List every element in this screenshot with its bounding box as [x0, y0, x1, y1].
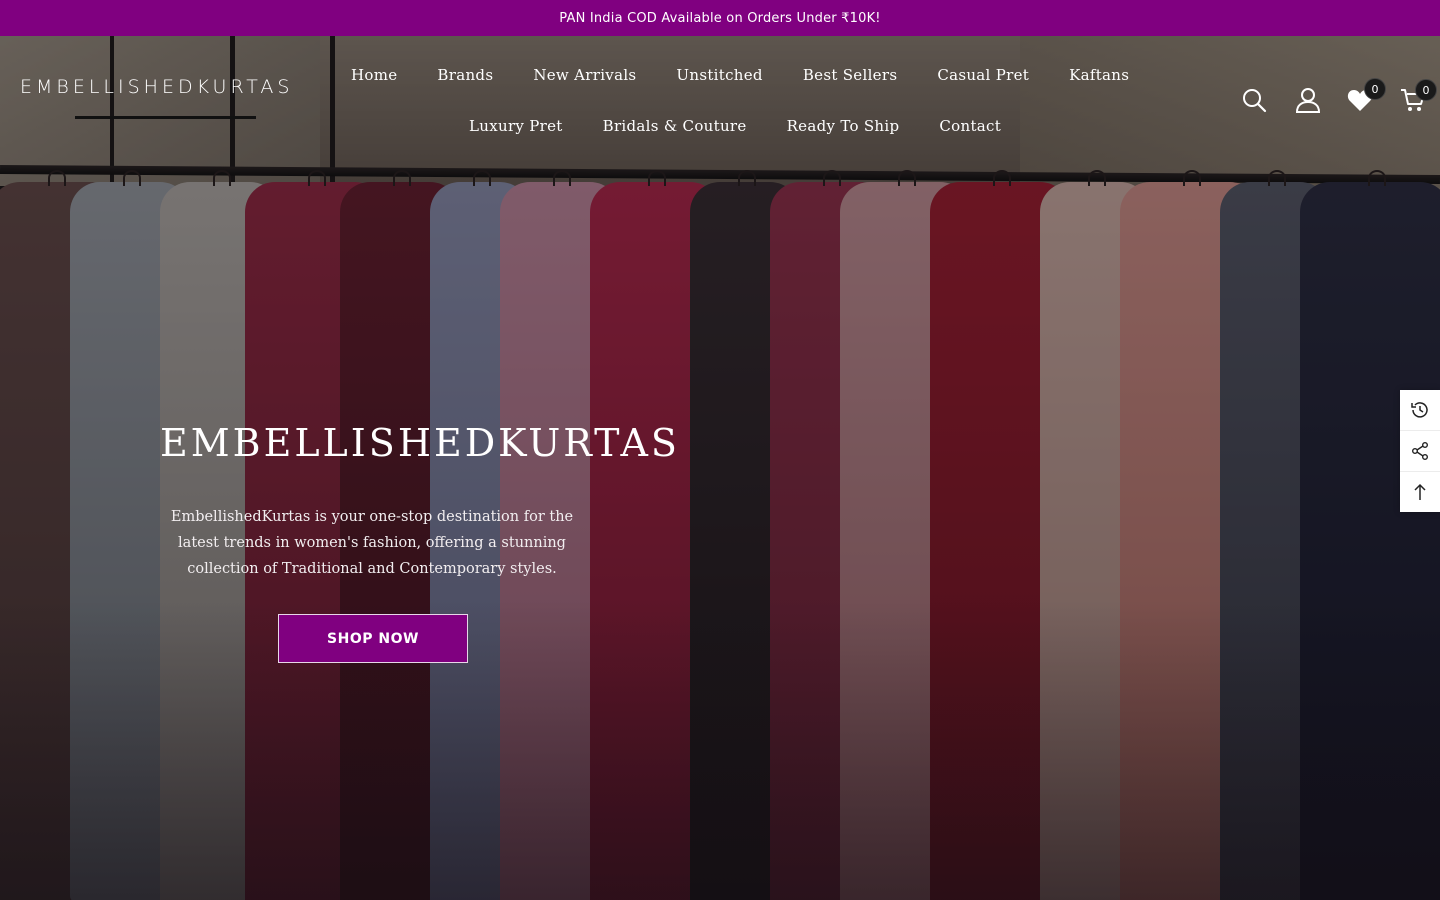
shop-now-button[interactable]: SHOP NOW: [278, 614, 468, 663]
share-icon[interactable]: [1400, 431, 1440, 472]
nav-link-best-sellers[interactable]: Best Sellers: [803, 66, 898, 84]
main-nav-row-1: Home Brands New Arrivals Unstitched Best…: [351, 66, 1129, 84]
nav-link-home[interactable]: Home: [351, 66, 397, 84]
recently-viewed-icon[interactable]: [1400, 390, 1440, 431]
hero-description: EmbellishedKurtas is your one-stop desti…: [170, 509, 574, 577]
nav-link-brands[interactable]: Brands: [437, 66, 493, 84]
wishlist-count-badge: 0: [1364, 78, 1386, 100]
shop-now-label: SHOP NOW: [327, 630, 419, 647]
hero-content: EMBELLISHEDKURTAS EmbellishedKurtas is y…: [160, 420, 680, 582]
hero-title: EMBELLISHEDKURTAS: [160, 421, 680, 465]
nav-link-casual-pret[interactable]: Casual Pret: [937, 66, 1029, 84]
nav-link-new-arrivals[interactable]: New Arrivals: [533, 66, 636, 84]
back-to-top-icon[interactable]: [1400, 472, 1440, 512]
nav-link-contact[interactable]: Contact: [939, 117, 1001, 135]
nav-link-bridals-couture[interactable]: Bridals & Couture: [603, 117, 747, 135]
hero-bottom-shade: [0, 600, 1440, 900]
announcement-text: PAN India COD Available on Orders Under …: [559, 10, 881, 26]
user-icon[interactable]: [1294, 86, 1322, 114]
nav-link-kaftans[interactable]: Kaftans: [1069, 66, 1129, 84]
search-icon[interactable]: [1240, 86, 1268, 114]
nav-link-unstitched[interactable]: Unstitched: [676, 66, 762, 84]
nav-link-ready-to-ship[interactable]: Ready To Ship: [787, 117, 900, 135]
side-toolbar: [1400, 390, 1440, 512]
cart-count-badge: 0: [1415, 79, 1437, 101]
site-logo[interactable]: EMBELLISHEDKURTAS: [20, 76, 312, 98]
nav-link-luxury-pret[interactable]: Luxury Pret: [469, 117, 563, 135]
logo-text: EMBELLISHEDKURTAS: [20, 76, 294, 98]
logo-underline: [75, 116, 256, 119]
main-nav-row-2: Luxury Pret Bridals & Couture Ready To S…: [469, 117, 1001, 135]
announcement-bar: PAN India COD Available on Orders Under …: [0, 0, 1440, 36]
